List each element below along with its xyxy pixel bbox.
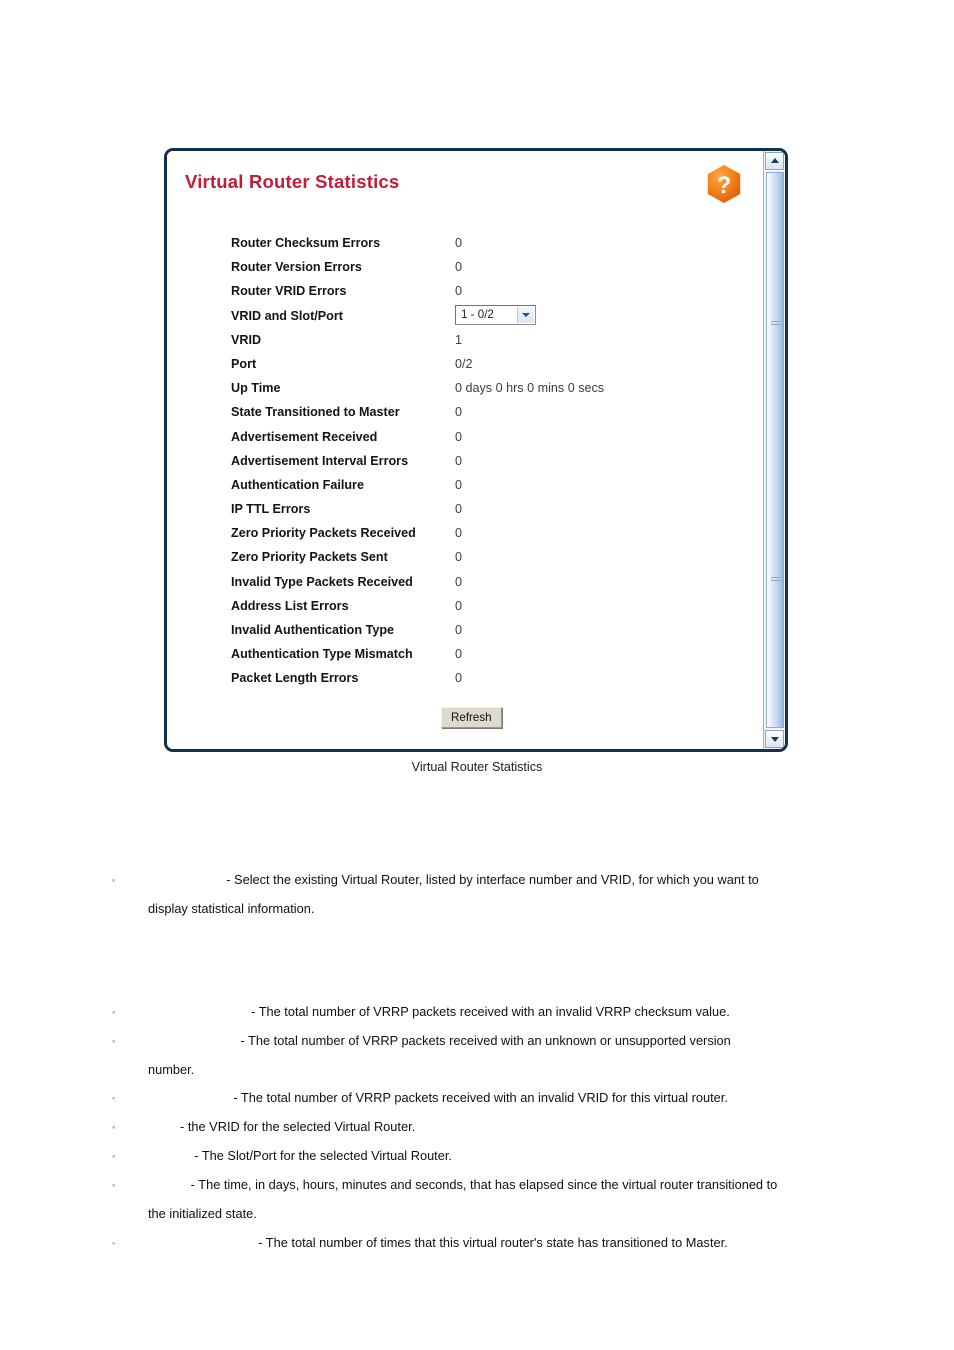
stat-label: Router Version Errors [231,260,362,275]
stat-label: Address List Errors [231,598,349,613]
stat-value: 0 [455,236,463,250]
stat-value: 0/2 [455,356,473,371]
stat-label: Router Checksum Errors [231,236,381,250]
stat-row: Advertisement Received 0 [231,425,711,449]
stat-label: Packet Length Errors [231,671,359,686]
description-item: ◦ - Select the existing Virtual Router, … [112,866,902,923]
stat-value: 1 [455,332,463,347]
bullet-marker-icon: ◦ [112,1151,116,1161]
stat-value: 0 [455,502,463,517]
stat-value: 0 [455,647,463,662]
stat-value: 0 [455,671,463,686]
panel-scrollbar[interactable] [763,151,785,749]
statistics-list: Router Checksum Errors 0 Router Version Er… [231,231,711,691]
description-text-continuation: the initialized state. [148,1205,257,1221]
scroll-up-arrow-icon[interactable] [765,152,784,170]
description-text: - The total number of VRRP packets recei… [148,1033,731,1048]
stat-label: Router VRID Errors [231,284,347,299]
stat-row: Router Checksum Errors 0 [231,231,711,255]
stat-row: Up Time 0 days 0 hrs 0 mins 0 secs [231,376,711,400]
stat-value: 0 days 0 hrs 0 mins 0 secs [455,381,605,396]
stat-row: Invalid Authentication Type 0 [231,618,711,642]
description-item: ◦ - The total number of VRRP packets rec… [112,1027,902,1084]
scrollbar-thumb[interactable] [766,172,784,728]
description-item: ◦ - The time, in days, hours, minutes an… [112,1171,902,1228]
stat-value: 0 [455,477,463,492]
bullet-marker-icon: ◦ [112,1238,116,1248]
page-title: Virtual Router Statistics [185,171,400,192]
scroll-down-arrow-icon[interactable] [765,730,784,748]
panel-frame: Virtual Router Statistics ? Router Check… [164,148,788,752]
stat-label: Invalid Authentication Type [231,623,395,637]
description-item: ◦ - the VRID for the selected Virtual Ro… [112,1113,902,1142]
stat-row: Advertisement Interval Errors 0 [231,449,711,473]
stat-label: Zero Priority Packets Sent [231,550,388,565]
stat-value: 0 [455,623,463,637]
bullet-marker-icon: ◦ [112,1122,116,1132]
stat-value: 0 [455,598,463,613]
stat-row: State Transitioned to Master 0 [231,400,711,424]
stat-value: 0 [455,453,463,468]
bullet-marker-icon: ◦ [112,1036,116,1046]
description-text: - Select the existing Virtual Router, li… [148,872,759,887]
refresh-button[interactable]: Refresh [441,707,502,728]
description-item: ◦ - The total number of VRRP packets rec… [112,998,902,1027]
stat-value: 0 [455,429,463,444]
figure-caption: Virtual Router Statistics [411,760,543,774]
stat-label: Up Time [231,381,281,396]
stat-label: IP TTL Errors [231,502,311,517]
virtual-router-statistics-panel: Virtual Router Statistics ? Router Check… [164,148,788,752]
stat-label: State Transitioned to Master [231,405,400,420]
stat-row: Authentication Type Mismatch 0 [231,642,711,666]
bullet-marker-icon: ◦ [112,1007,116,1017]
bullet-marker-icon: ◦ [112,875,116,885]
description-item: ◦ - The total number of VRRP packets rec… [112,1084,902,1113]
description-text: - The total number of VRRP packets recei… [148,1090,728,1105]
description-text: - The total number of VRRP packets recei… [148,1004,730,1019]
stat-value: 0 [455,405,463,420]
bullet-marker-icon: ◦ [112,1093,116,1103]
bullet-marker-icon: ◦ [112,1180,116,1190]
description-text-continuation: display statistical information. [148,900,315,916]
stat-label: Zero Priority Packets Received [231,526,416,541]
stat-label: VRID [231,332,262,347]
vrid-slot-port-selected-value: 1 - 0/2 [461,307,494,321]
description-text-continuation: number. [148,1061,195,1077]
stat-value: 0 [455,526,463,541]
description-text: - the VRID for the selected Virtual Rout… [148,1119,416,1134]
stat-row: Router Version Errors 0 [231,255,711,279]
description-text: - The total number of times that this vi… [148,1235,728,1250]
stat-row: VRID 1 [231,328,711,352]
stat-row: Packet Length Errors 0 [231,666,711,690]
stat-label: Invalid Type Packets Received [231,574,413,589]
stat-row: Router VRID Errors 0 [231,279,711,303]
stat-row: IP TTL Errors 0 [231,497,711,521]
stat-label: VRID and Slot/Port [231,308,343,323]
stat-row: Address List Errors 0 [231,594,711,618]
stat-row: Invalid Type Packets Received 0 [231,570,711,594]
stat-value: 0 [455,574,463,589]
stat-value: 0 [455,284,463,299]
stat-label: Authentication Type Mismatch [231,647,413,662]
stat-label: Advertisement Received [231,429,378,444]
vrid-slot-port-select[interactable]: 1 - 0/2 [455,304,536,325]
stat-label: Port [231,356,257,371]
stat-label: Advertisement Interval Errors [231,453,409,468]
svg-text:?: ? [717,172,732,199]
help-icon[interactable]: ? [701,161,747,207]
description-text: - The Slot/Port for the selected Virtual… [148,1148,452,1163]
stat-row: Authentication Failure 0 [231,473,711,497]
stat-label: Authentication Failure [231,477,364,492]
panel-content: Virtual Router Statistics ? Router Check… [167,151,763,749]
stat-row: Zero Priority Packets Sent 0 [231,545,711,569]
description-text: - The time, in days, hours, minutes and … [148,1177,778,1192]
stat-value: 0 [455,260,463,275]
stat-row: Port 0/2 [231,352,711,376]
description-item: ◦ - The Slot/Port for the selected Virtu… [112,1142,902,1171]
stat-value: 0 [455,550,463,565]
stat-row: Zero Priority Packets Received 0 [231,521,711,545]
chevron-down-icon[interactable] [517,306,534,323]
stat-row: VRID and Slot/Port 1 - 0/2 [231,304,711,328]
description-item: ◦ - The total number of times that this … [112,1229,902,1258]
